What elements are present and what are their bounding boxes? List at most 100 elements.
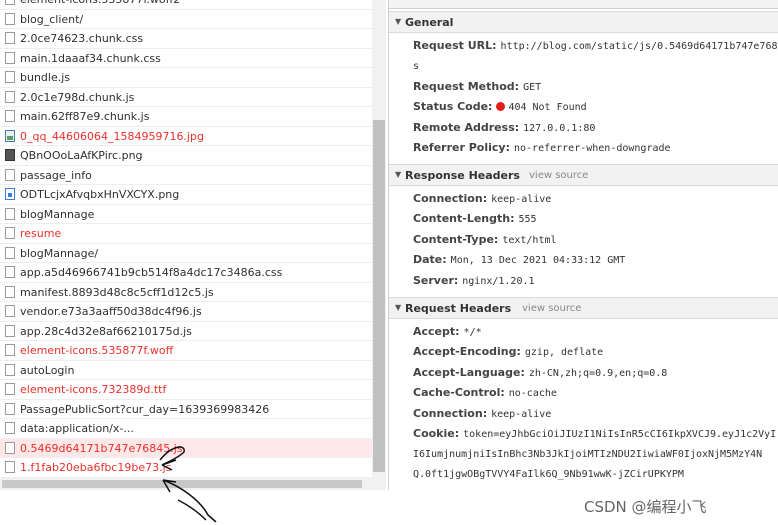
- request-name: 0_qq_44606064_1584959716.jpg: [20, 129, 204, 143]
- request-name: vendor.e73a3aaff50d38dc4f96.js: [20, 305, 202, 318]
- network-request-row[interactable]: element-icons.535877f.woff2: [0, 0, 372, 10]
- accept-encoding-row: Accept-Encoding: gzip, deflate: [413, 345, 604, 358]
- request-name: main.1daaaf34.chunk.css: [20, 51, 161, 65]
- request-url-value: http://blog.com/static/js/0.5469d64171b7…: [500, 41, 778, 52]
- request-name: element-icons.732389d.ttf: [20, 383, 167, 396]
- file-icon: [5, 324, 15, 337]
- request-name: element-icons.535877f.woff: [20, 344, 174, 357]
- section-title: Request Headers: [405, 302, 512, 315]
- file-icon: [5, 110, 15, 122]
- view-source-link[interactable]: view source: [522, 303, 581, 314]
- request-name: element-icons.535877f.woff2: [20, 0, 180, 6]
- request-url-row: Request URL: http://blog.com/static/js/0.…: [413, 39, 778, 52]
- network-request-row[interactable]: 2.0ce74623.chunk.css: [0, 29, 372, 49]
- request-name: resume: [20, 227, 62, 240]
- file-icon: [5, 51, 15, 64]
- file-icon: [5, 344, 15, 356]
- file-icon: [5, 12, 15, 25]
- network-request-row[interactable]: vendor.e73a3aaff50d38dc4f96.js: [0, 302, 372, 322]
- headers-panel: ▼ General Request URL: http://blog.com/st…: [389, 0, 778, 490]
- request-name: 1.f1fab20eba6fbc19be73.js: [20, 461, 172, 474]
- network-request-row[interactable]: main.1daaaf34.chunk.css: [0, 49, 372, 68]
- file-icon: [5, 227, 15, 239]
- network-request-row[interactable]: 0_qq_44606064_1584959716.jpg: [0, 127, 372, 146]
- image-file-icon: [5, 129, 15, 142]
- file-icon: [5, 383, 15, 395]
- accept-language-row: Accept-Language: zh-CN,zh;q=0.9,en;q=0.8: [413, 366, 668, 379]
- network-request-row[interactable]: manifest.8893d48c8c5cff1d12c5.js: [0, 283, 372, 302]
- server-row: Server: nginx/1.20.1: [413, 274, 535, 287]
- connection-row: Connection: keep-alive: [413, 407, 552, 420]
- detail-tabs-bar: [389, 0, 778, 9]
- content-length-row: Content-Length: 555: [413, 212, 537, 225]
- expand-arrow-icon: ▼: [395, 17, 402, 26]
- file-icon: [5, 90, 15, 103]
- network-request-row[interactable]: blogMannage: [0, 205, 372, 224]
- network-request-row[interactable]: app.28c4d32e8af66210175d.js: [0, 322, 372, 341]
- expand-arrow-icon: ▼: [395, 303, 402, 312]
- file-icon: [5, 402, 15, 415]
- connection-row: Connection: keep-alive: [413, 192, 552, 205]
- file-icon: [5, 441, 15, 454]
- watermark: CSDN @编程小飞: [584, 498, 707, 516]
- cookie-row: Cookie: token=eyJhbGciOiJIUzI1NiIsInR5cCI…: [413, 427, 777, 440]
- request-name: 2.0ce74623.chunk.css: [20, 32, 144, 45]
- request-name: autoLogin: [20, 363, 75, 377]
- request-url-continuation: s: [413, 61, 420, 72]
- network-request-row[interactable]: 1.f1fab20eba6fbc19be73.js: [0, 458, 372, 478]
- file-icon: [5, 32, 15, 44]
- section-general[interactable]: ▼ General: [389, 11, 778, 33]
- file-icon: [5, 71, 15, 83]
- file-icon: [5, 266, 15, 278]
- network-request-row[interactable]: bundle.js: [0, 68, 372, 88]
- request-name: bundle.js: [20, 71, 71, 84]
- network-request-row[interactable]: passage_info: [0, 166, 372, 185]
- request-name: blog_client/: [20, 12, 84, 26]
- image-file-icon: [5, 188, 15, 200]
- file-icon: [5, 363, 15, 376]
- accept-row: Accept: */*: [413, 325, 482, 338]
- status-code-row: Status Code: 404 Not Found: [413, 100, 587, 113]
- network-request-row[interactable]: PassagePublicSort?cur_day=1639369983426: [0, 400, 372, 419]
- network-request-row[interactable]: data:application/x-...: [0, 419, 372, 439]
- network-request-row[interactable]: main.62ff87e9.chunk.js: [0, 107, 372, 127]
- request-name: blogMannage/: [20, 246, 99, 260]
- cookie-continuation: I6IumjnumjniIsInBhc3Nb3JkIjoiMTIzNDU2Iiw…: [413, 449, 763, 460]
- referrer-policy-row: Referrer Policy: no-referrer-when-downgra…: [413, 141, 671, 154]
- section-response-headers[interactable]: ▼ Response Headers view source: [389, 164, 778, 186]
- network-request-row[interactable]: element-icons.732389d.ttf: [0, 380, 372, 400]
- file-icon: [5, 0, 15, 5]
- request-name: 2.0c1e798d.chunk.js: [20, 90, 135, 104]
- request-name: 0.5469d64171b747e76845.js: [20, 441, 183, 455]
- view-source-link[interactable]: view source: [529, 170, 588, 181]
- network-request-row[interactable]: resume: [0, 224, 372, 244]
- network-request-row[interactable]: element-icons.535877f.woff: [0, 341, 372, 361]
- request-name: main.62ff87e9.chunk.js: [20, 110, 150, 123]
- section-request-headers[interactable]: ▼ Request Headers view source: [389, 297, 778, 319]
- network-request-row[interactable]: 2.0c1e798d.chunk.js: [0, 88, 372, 107]
- network-request-row[interactable]: QBnOOoLaAfKPirc.png: [0, 146, 372, 166]
- vertical-scrollbar-thumb[interactable]: [373, 120, 385, 472]
- network-request-row[interactable]: blog_client/: [0, 10, 372, 29]
- content-type-row: Content-Type: text/html: [413, 233, 557, 246]
- network-request-row[interactable]: autoLogin: [0, 361, 372, 380]
- network-request-row[interactable]: blogMannage/: [0, 244, 372, 263]
- file-icon: [5, 422, 15, 434]
- file-icon: [5, 305, 15, 317]
- request-name: QBnOOoLaAfKPirc.png: [20, 149, 143, 162]
- section-title: General: [405, 16, 454, 29]
- network-request-list: element-icons.535877f.woff2 blog_client/2…: [0, 0, 389, 490]
- expand-arrow-icon: ▼: [395, 170, 402, 179]
- horizontal-scrollbar-thumb[interactable]: [2, 480, 362, 488]
- request-name: app.28c4d32e8af66210175d.js: [20, 324, 192, 338]
- file-icon: [5, 285, 15, 298]
- network-request-row[interactable]: 0.5469d64171b747e76845.js: [0, 438, 372, 458]
- horizontal-scrollbar[interactable]: [0, 478, 372, 490]
- cookie-continuation: Q.0ft1jgwOBgTVVY4FaIlk6Q_9Nb91wwK-jZCirU…: [413, 469, 684, 480]
- file-icon: [5, 207, 15, 220]
- request-name: ODTLcjxAfvqbxHnVXCYX.png: [20, 188, 180, 201]
- network-request-row[interactable]: ODTLcjxAfvqbxHnVXCYX.png: [0, 185, 372, 205]
- network-request-row[interactable]: app.a5d46966741b9cb514f8a4dc17c3486a.css: [0, 263, 372, 283]
- file-icon: [5, 461, 15, 473]
- date-row: Date: Mon, 13 Dec 2021 04:33:12 GMT: [413, 253, 626, 266]
